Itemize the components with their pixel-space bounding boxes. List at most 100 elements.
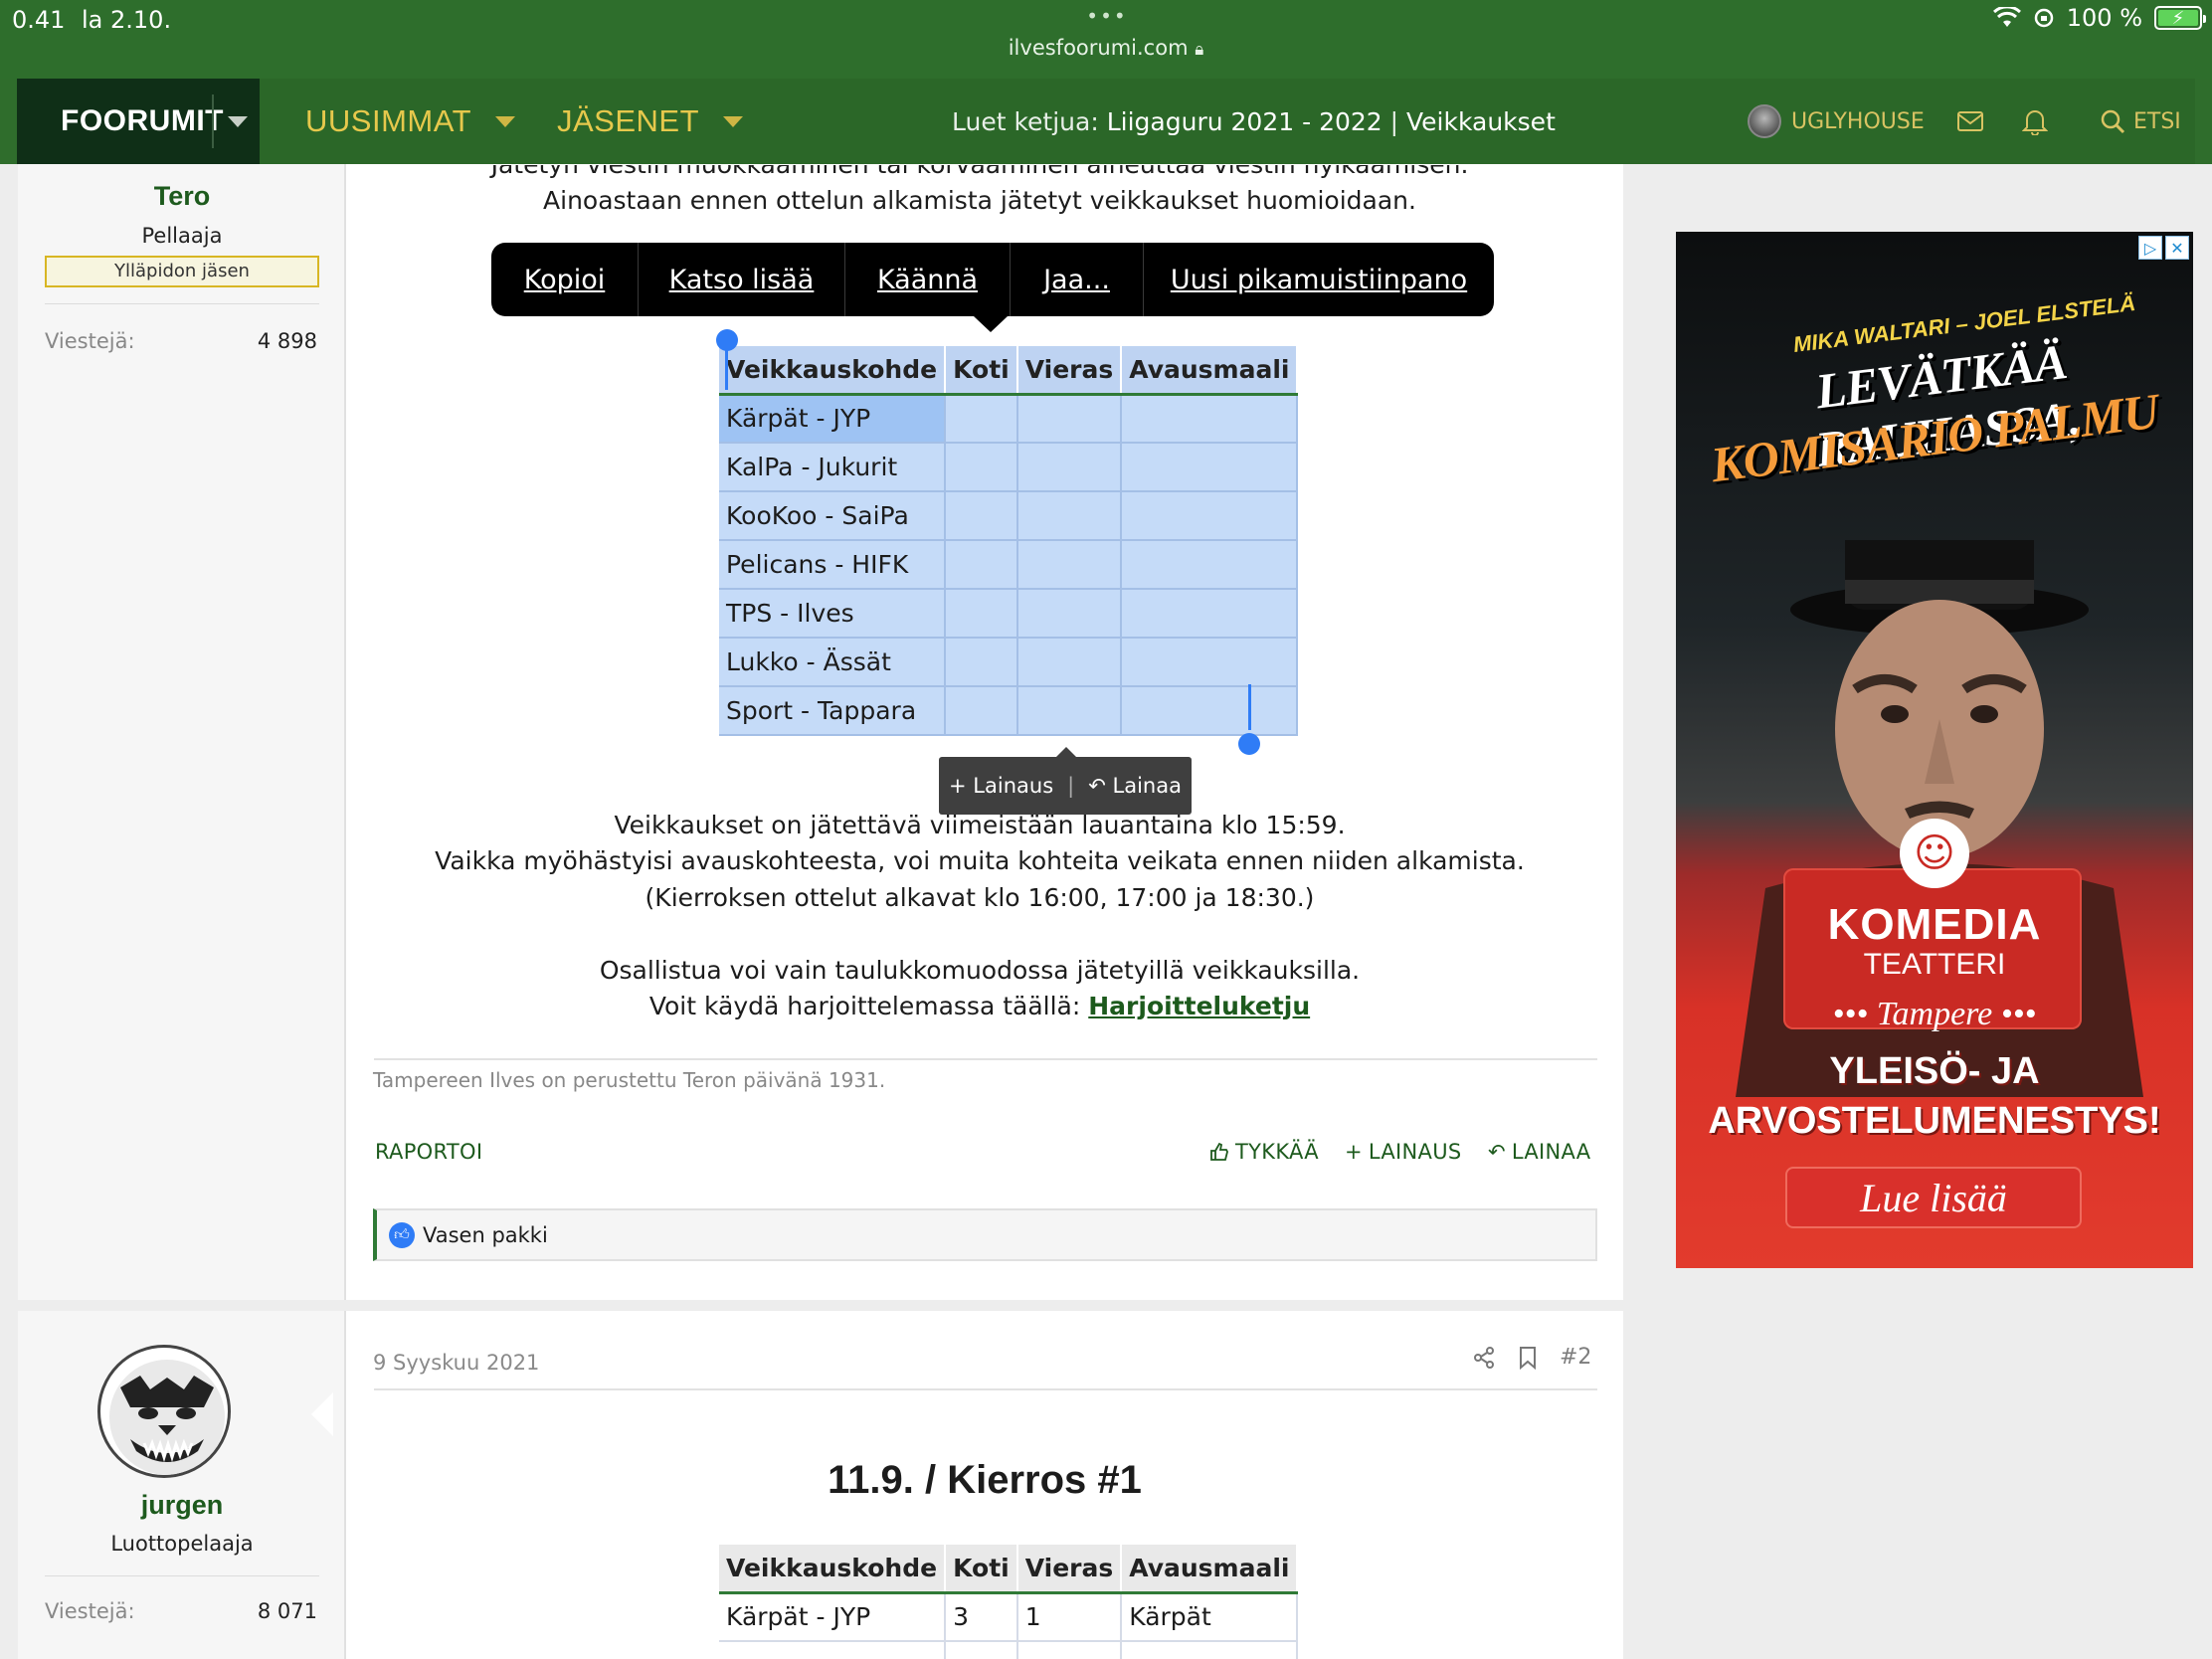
close-icon[interactable]: ✕: [2165, 236, 2189, 260]
table-row: KooKoo - SaiPa: [719, 491, 1299, 541]
nav-members-label[interactable]: JÄSENET: [557, 103, 699, 139]
table-cell: [945, 540, 1018, 590]
like-label[interactable]: TYKKÄÄ: [1235, 1140, 1319, 1164]
add-quote-action-label[interactable]: LAINAUS: [1369, 1140, 1462, 1164]
ad-city: ••• Tampere •••: [1832, 996, 2037, 1032]
message-count-label: Viestejä:: [45, 1599, 135, 1623]
reaction-user-link[interactable]: Vasen pakki: [423, 1223, 548, 1247]
table-cell: [1016, 491, 1123, 541]
post-text-line: Ainoastaan ennen ottelun alkamista jätet…: [543, 186, 1416, 215]
nav-user-account[interactable]: UGLYHOUSE: [1748, 79, 1925, 164]
report-button[interactable]: RAPORTOI: [375, 1140, 482, 1164]
column-header: Veikkauskohde: [719, 346, 947, 396]
add-quote-button[interactable]: + Lainaus: [949, 774, 1053, 798]
more-dots-icon[interactable]: •••: [1072, 4, 1142, 28]
bell-icon[interactable]: [2022, 79, 2048, 164]
reply-arrow-icon[interactable]: ↶: [1488, 1140, 1506, 1164]
nav-latest[interactable]: UUSIMMAT: [305, 79, 516, 164]
reply-quote-button[interactable]: ↶ Lainaa: [1088, 774, 1182, 798]
table-row: Sport - Tappara: [719, 686, 1299, 736]
ad-brand-sub: TEATTERI: [1863, 948, 2006, 981]
share-icon[interactable]: [1472, 1346, 1496, 1370]
nav-members[interactable]: JÄSENET: [557, 79, 744, 164]
nav-latest-label[interactable]: UUSIMMAT: [305, 103, 471, 139]
avatar[interactable]: [97, 1345, 231, 1478]
plus-icon[interactable]: +: [1345, 1140, 1363, 1164]
table-cell: Kärpät - JYP: [719, 394, 947, 444]
like-reaction-icon: 👍︎: [389, 1221, 415, 1248]
add-quote-label[interactable]: Lainaus: [973, 774, 1053, 798]
menu-copy[interactable]: Kopioi: [491, 243, 639, 316]
post-author[interactable]: jurgen: [18, 1490, 346, 1521]
chevron-down-icon[interactable]: [723, 115, 744, 127]
table-cell: [1121, 394, 1299, 444]
user-signature: Tampereen Ilves on perustettu Teron päiv…: [373, 1068, 886, 1092]
reading-prefix: Luet ketjua:: [952, 106, 1099, 136]
post-user-sidebar: Tero Pellaaja Ylläpidon jäsen Viestejä: …: [18, 164, 346, 1300]
post-number[interactable]: #2: [1560, 1345, 1591, 1370]
advertisement[interactable]: ▷ ✕ MIKA WALTARI – JOEL ELSTELÄ LEVÄTKÄÄ…: [1676, 232, 2193, 1268]
url-text: ilvesfoorumi.com: [1008, 36, 1189, 60]
table-cell: 1: [1016, 1592, 1123, 1642]
chevron-down-icon[interactable]: [495, 115, 516, 127]
reply-arrow-icon[interactable]: ↶: [1088, 774, 1106, 798]
add-quote-action[interactable]: + LAINAUS: [1345, 1140, 1462, 1164]
reply-quote-label[interactable]: Lainaa: [1113, 774, 1182, 798]
nav-forums[interactable]: FOORUMIT: [17, 79, 260, 164]
thread-title[interactable]: Liigaguru 2021 - 2022: [1107, 107, 1382, 136]
practice-thread-link[interactable]: Harjoitteluketju: [1088, 992, 1310, 1020]
status-time: 0.41: [12, 6, 66, 34]
prediction-table: Veikkauskohde Koti Vieras Avausmaali Kär…: [719, 1545, 1299, 1659]
table-cell: 3: [945, 1592, 1018, 1642]
forum-name[interactable]: Veikkaukset: [1406, 107, 1556, 136]
selection-start-line: [725, 342, 728, 390]
post-text-line: Osallistua voi vain taulukkomuodossa jät…: [599, 956, 1361, 985]
table-row: Kärpät - JYP 3 1 Kärpät: [719, 1592, 1299, 1642]
user-title: Pellaaja: [141, 224, 223, 248]
table-row: Lukko - Ässät: [719, 638, 1299, 687]
table-row: KalPa - Jukurit: [719, 443, 1299, 492]
thumbs-up-icon[interactable]: [1209, 1142, 1229, 1162]
post-text-line: (Kierroksen ottelut alkavat klo 16:00, 1…: [645, 883, 1315, 912]
search-icon[interactable]: [2100, 108, 2125, 134]
reply-action[interactable]: ↶ LAINAA: [1488, 1140, 1590, 1164]
avatar[interactable]: [1748, 104, 1781, 138]
thread-breadcrumb: Luet ketjua: Liigaguru 2021 - 2022 | Vei…: [952, 79, 1556, 164]
post-date[interactable]: 9 Syyskuu 2021: [373, 1351, 539, 1375]
nav-username[interactable]: UGLYHOUSE: [1791, 109, 1925, 134]
popup-separator: |: [1067, 774, 1075, 798]
wifi-icon: [1992, 7, 2021, 27]
ad-info-icon[interactable]: ▷: [2138, 236, 2162, 260]
message-count: 4 898: [257, 329, 317, 353]
divider: [45, 1575, 319, 1576]
menu-pointer: [974, 316, 1008, 332]
ad-read-more-button[interactable]: Lue lisää: [1785, 1167, 2082, 1228]
reply-action-label[interactable]: LAINAA: [1512, 1140, 1591, 1164]
chevron-down-icon[interactable]: [228, 116, 248, 127]
post-author[interactable]: Tero: [18, 181, 346, 212]
nav-separator: [212, 94, 214, 148]
table-cell: [1121, 443, 1299, 492]
nav-search[interactable]: ETSI: [2100, 79, 2181, 164]
like-button[interactable]: TYKKÄÄ: [1209, 1140, 1319, 1164]
inbox-icon[interactable]: [1956, 79, 1984, 164]
menu-look-up[interactable]: Katso lisää: [639, 243, 845, 316]
table-cell: [1121, 638, 1299, 687]
report-label[interactable]: RAPORTOI: [375, 1140, 482, 1164]
sidebar-arrow: [311, 1392, 333, 1436]
prediction-table[interactable]: Veikkauskohde Koti Vieras Avausmaali Kär…: [719, 346, 1299, 736]
menu-translate[interactable]: Käännä: [845, 243, 1011, 316]
menu-new-quick-note[interactable]: Uusi pikamuistiinpano: [1144, 243, 1494, 316]
menu-share[interactable]: Jaa...: [1011, 243, 1144, 316]
table-cell: [1016, 686, 1123, 736]
ad-choices[interactable]: ▷ ✕: [2138, 236, 2189, 260]
divider: [45, 303, 319, 304]
bookmark-icon[interactable]: [1518, 1346, 1538, 1370]
post-text-line: Voit käydä harjoittelemassa täällä: Harj…: [348, 989, 1611, 1024]
text-context-menu: Kopioi Katso lisää Käännä Jaa... Uusi pi…: [491, 243, 1494, 316]
nav-forums-label[interactable]: FOORUMIT: [17, 104, 224, 138]
url-bar[interactable]: ilvesfoorumi.com 🔒︎: [895, 36, 1317, 60]
ad-tagline: YLEISÖ- JA: [1829, 1050, 2040, 1092]
selection-end-handle[interactable]: [1238, 733, 1260, 755]
nav-search-label[interactable]: ETSI: [2133, 109, 2181, 134]
